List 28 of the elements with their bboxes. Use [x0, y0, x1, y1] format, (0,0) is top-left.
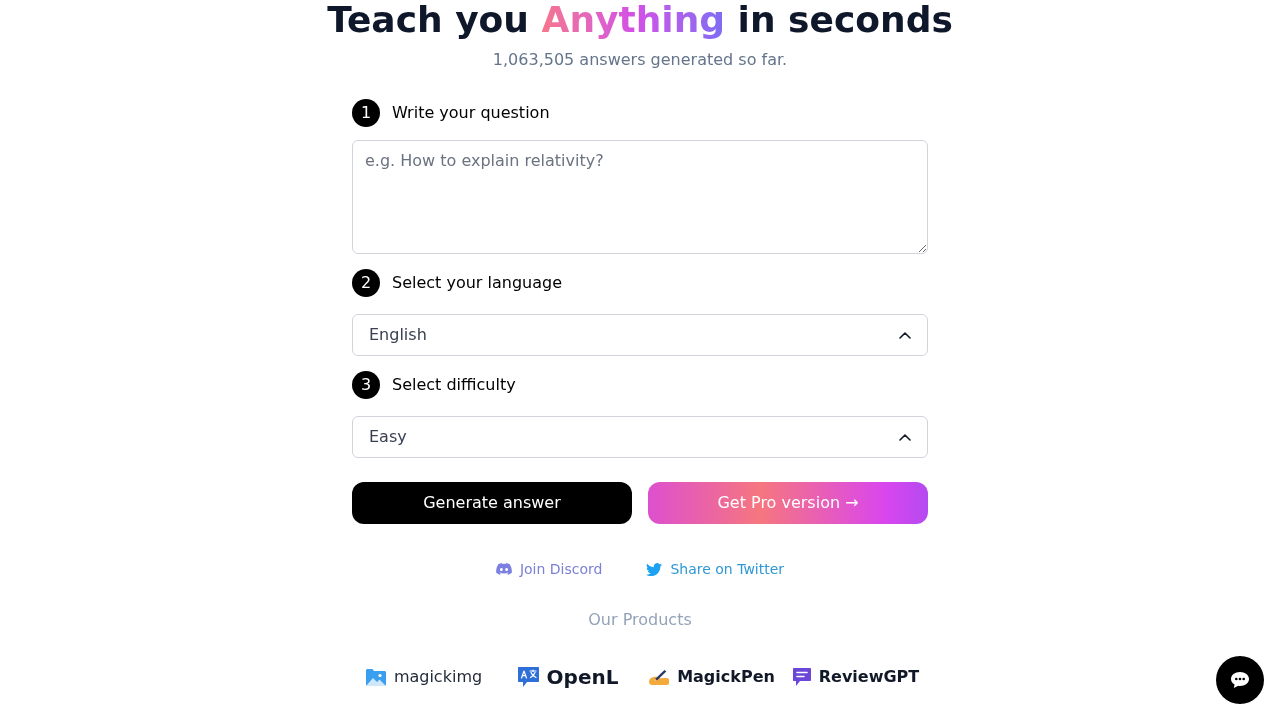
picture-logo-icon	[365, 668, 386, 686]
dropdown-select[interactable]: Easy	[352, 416, 928, 458]
answer-counter: 1,063,505 answers generated so far.	[492, 49, 788, 71]
product-logo-link[interactable]: MagickPen	[640, 663, 784, 691]
product-logo-link[interactable]: magickimg	[352, 663, 496, 691]
headline: Teach you Anything in seconds	[327, 0, 953, 40]
bird-icon	[646, 562, 663, 576]
product-logo-link[interactable]: ReviewGPT	[784, 663, 928, 691]
step-number: 2	[352, 269, 380, 297]
step-label: Select your language	[392, 272, 562, 294]
question-field[interactable]: e.g. How to explain relativity?	[352, 140, 928, 254]
pen-icon	[649, 669, 670, 685]
generate-button[interactable]: Generate answer	[352, 482, 632, 524]
chat-bubble-icon	[1230, 671, 1250, 689]
dropdown-select[interactable]: English	[352, 314, 928, 356]
chat-button[interactable]	[1216, 656, 1264, 704]
discord-icon	[495, 563, 512, 575]
product-logo-link[interactable]: OpenL	[496, 663, 640, 691]
step-label: Select difficulty	[392, 374, 516, 396]
translate-bubble-icon	[517, 667, 539, 687]
section-title: Our Products	[587, 609, 693, 631]
step-number: 1	[352, 99, 380, 127]
message-lines-icon	[792, 668, 811, 686]
chevron-up-icon	[899, 433, 911, 441]
step-number: 3	[352, 371, 380, 399]
discord-link[interactable]: Join Discord	[495, 559, 603, 579]
chevron-up-icon	[899, 331, 911, 339]
step-label: Write your question	[392, 102, 550, 124]
